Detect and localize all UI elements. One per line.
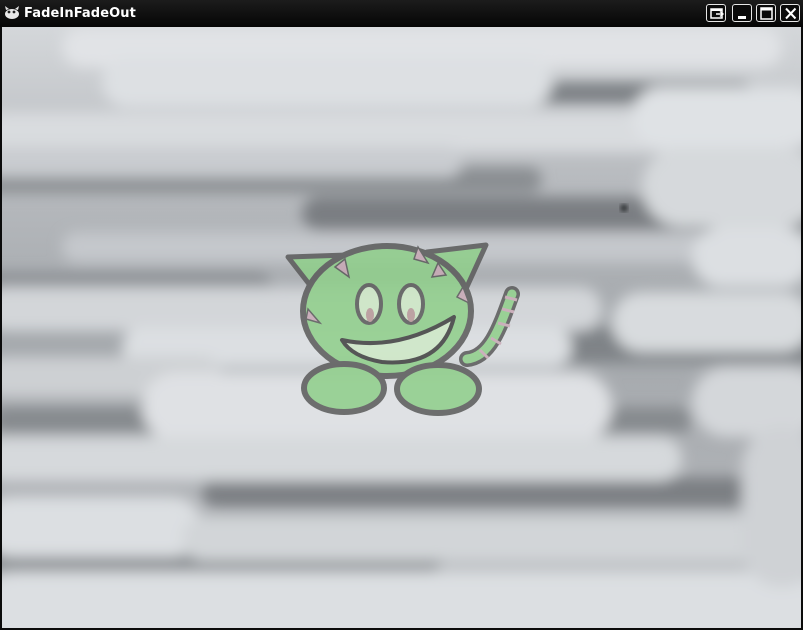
app-window: FadeInFadeOut [0, 0, 803, 630]
restore-button[interactable] [706, 4, 726, 22]
maximize-button[interactable] [756, 4, 776, 22]
title-bar[interactable]: FadeInFadeOut [0, 0, 803, 27]
app-icon [3, 5, 21, 21]
close-button[interactable] [780, 4, 800, 22]
minimize-button[interactable] [732, 4, 752, 22]
maximize-icon [760, 7, 773, 20]
game-canvas[interactable] [2, 27, 801, 628]
restore-icon [710, 8, 725, 19]
window-title: FadeInFadeOut [24, 6, 136, 21]
minimize-icon [738, 16, 746, 19]
close-icon [785, 7, 797, 20]
